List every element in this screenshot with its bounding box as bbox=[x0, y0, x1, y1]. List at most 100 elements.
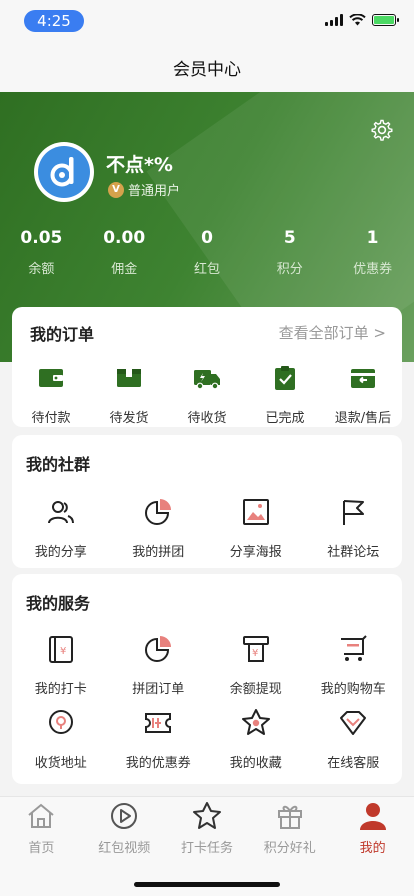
stat-red-packet[interactable]: 0 红包 bbox=[166, 228, 249, 277]
stat-points[interactable]: 5 积分 bbox=[248, 228, 331, 277]
location-icon bbox=[48, 710, 73, 734]
username: 不点*% bbox=[106, 154, 173, 176]
service-item-label: 拼团订单 bbox=[132, 682, 185, 697]
tab-checkin-tasks[interactable]: 打卡任务 bbox=[166, 801, 249, 856]
shipping-address[interactable]: 收货地址 bbox=[12, 708, 110, 771]
tab-label: 红包视频 bbox=[98, 841, 151, 856]
share-poster[interactable]: 分享海报 bbox=[207, 497, 305, 560]
community-card: 我的社群 我的分享 我的拼团 分享海报 社群论坛 bbox=[12, 435, 402, 568]
coupon-icon bbox=[145, 713, 172, 733]
home-icon bbox=[28, 803, 55, 828]
group-buy-orders[interactable]: 拼团订单 bbox=[110, 634, 208, 697]
services-title: 我的服务 bbox=[26, 594, 91, 613]
community-item-label: 我的分享 bbox=[34, 545, 87, 560]
stat-value: 0 bbox=[201, 228, 213, 248]
stat-commission[interactable]: 0.00 佣金 bbox=[83, 228, 166, 277]
checkin-icon: ¥ bbox=[48, 636, 73, 663]
community-title: 我的社群 bbox=[26, 455, 91, 474]
community-item-label: 社群论坛 bbox=[327, 545, 380, 560]
poster-icon bbox=[242, 499, 269, 525]
avatar-logo-icon bbox=[38, 146, 90, 198]
orders-title: 我的订单 bbox=[30, 325, 95, 344]
services-row-2: 收货地址 我的优惠券 我的收藏 在线客服 bbox=[12, 708, 402, 771]
stat-value: 0.00 bbox=[103, 228, 146, 248]
shopping-cart[interactable]: 我的购物车 bbox=[305, 634, 403, 697]
account-stats: 0.05 余额 0.00 佣金 0 红包 5 积分 1 优惠券 bbox=[0, 228, 414, 277]
tab-label: 打卡任务 bbox=[180, 841, 233, 856]
tab-bar: 首页 红包视频 打卡任务 积分好礼 我的 bbox=[0, 796, 414, 896]
online-support[interactable]: 在线客服 bbox=[305, 708, 403, 771]
service-item-label: 余额提现 bbox=[229, 682, 282, 697]
refund-icon bbox=[351, 369, 375, 388]
gear-icon[interactable] bbox=[370, 118, 394, 142]
my-shares[interactable]: 我的分享 bbox=[12, 497, 110, 560]
service-item-label: 我的购物车 bbox=[320, 682, 386, 697]
user-level-label: 普通用户 bbox=[128, 184, 181, 199]
tab-red-packet-video[interactable]: 红包视频 bbox=[83, 801, 166, 856]
user-icon bbox=[359, 803, 386, 830]
order-pending-shipment[interactable]: 待发货 bbox=[90, 363, 168, 426]
stat-label: 积分 bbox=[276, 262, 303, 277]
order-pending-payment[interactable]: 待付款 bbox=[12, 363, 90, 426]
order-pending-receipt[interactable]: 待收货 bbox=[168, 363, 246, 426]
status-icons bbox=[325, 14, 399, 26]
cellular-signal-icon bbox=[325, 14, 343, 26]
community-item-label: 分享海报 bbox=[229, 545, 282, 560]
orders-row: 待付款 待发货 待收货 已完成 退款/售后 bbox=[12, 363, 402, 426]
service-item-label: 我的收藏 bbox=[229, 756, 282, 771]
stat-label: 余额 bbox=[28, 262, 55, 277]
stat-value: 0.05 bbox=[20, 228, 63, 248]
stat-value: 5 bbox=[283, 228, 296, 248]
order-item-label: 待收货 bbox=[187, 411, 227, 426]
pie-icon bbox=[145, 499, 172, 525]
services-row-1: ¥ 我的打卡 拼团订单 ¥ 余额提现 我的购物车 bbox=[12, 634, 402, 697]
wifi-icon bbox=[349, 14, 366, 26]
star-badge-icon bbox=[241, 709, 270, 735]
service-item-label: 我的打卡 bbox=[34, 682, 87, 697]
community-forum[interactable]: 社群论坛 bbox=[305, 497, 403, 560]
tab-home[interactable]: 首页 bbox=[0, 801, 83, 856]
svg-text:¥: ¥ bbox=[60, 646, 66, 657]
service-item-label: 我的优惠券 bbox=[125, 756, 191, 771]
my-coupons[interactable]: 我的优惠券 bbox=[110, 708, 208, 771]
my-checkin[interactable]: ¥ 我的打卡 bbox=[12, 634, 110, 697]
tab-label: 积分好礼 bbox=[263, 841, 316, 856]
truck-icon bbox=[194, 370, 220, 390]
flag-icon bbox=[343, 500, 365, 525]
clipboard-check-icon bbox=[275, 366, 295, 390]
chevron-right-icon: > bbox=[373, 324, 386, 342]
order-refund-aftersale[interactable]: 退款/售后 bbox=[324, 363, 402, 426]
wallet-icon bbox=[39, 369, 63, 387]
page-title: 会员中心 bbox=[0, 44, 414, 92]
level-badge-icon: V bbox=[108, 181, 124, 198]
people-icon bbox=[47, 501, 74, 524]
diamond-icon bbox=[340, 711, 367, 735]
stat-label: 优惠券 bbox=[353, 262, 393, 277]
order-item-label: 已完成 bbox=[265, 411, 305, 426]
order-completed[interactable]: 已完成 bbox=[246, 363, 324, 426]
withdraw-icon: ¥ bbox=[242, 636, 269, 662]
my-favorites[interactable]: 我的收藏 bbox=[207, 708, 305, 771]
my-group-buys[interactable]: 我的拼团 bbox=[110, 497, 208, 560]
tab-mine[interactable]: 我的 bbox=[331, 801, 414, 856]
tab-points-gifts[interactable]: 积分好礼 bbox=[248, 801, 331, 856]
orders-card: 我的订单 查看全部订单 > 待付款 待发货 待收货 已完成 退款/售后 bbox=[12, 307, 402, 427]
view-all-orders-link[interactable]: 查看全部订单 > bbox=[279, 322, 386, 343]
balance-withdraw[interactable]: ¥ 余额提现 bbox=[207, 634, 305, 697]
star-icon bbox=[192, 802, 221, 829]
stat-balance[interactable]: 0.05 余额 bbox=[0, 228, 83, 277]
order-item-label: 待付款 bbox=[31, 411, 71, 426]
battery-icon bbox=[372, 14, 399, 26]
play-icon bbox=[111, 803, 138, 829]
status-time: 4:25 bbox=[24, 10, 84, 32]
avatar[interactable] bbox=[34, 142, 94, 202]
order-item-label: 退款/售后 bbox=[334, 411, 392, 426]
tab-label: 首页 bbox=[28, 841, 55, 856]
tab-label: 我的 bbox=[359, 841, 386, 856]
gift-icon bbox=[277, 805, 302, 829]
stat-coupons[interactable]: 1 优惠券 bbox=[331, 228, 414, 277]
community-row: 我的分享 我的拼团 分享海报 社群论坛 bbox=[12, 497, 402, 560]
stat-label: 佣金 bbox=[111, 262, 138, 277]
community-item-label: 我的拼团 bbox=[132, 545, 185, 560]
stat-label: 红包 bbox=[193, 262, 220, 277]
